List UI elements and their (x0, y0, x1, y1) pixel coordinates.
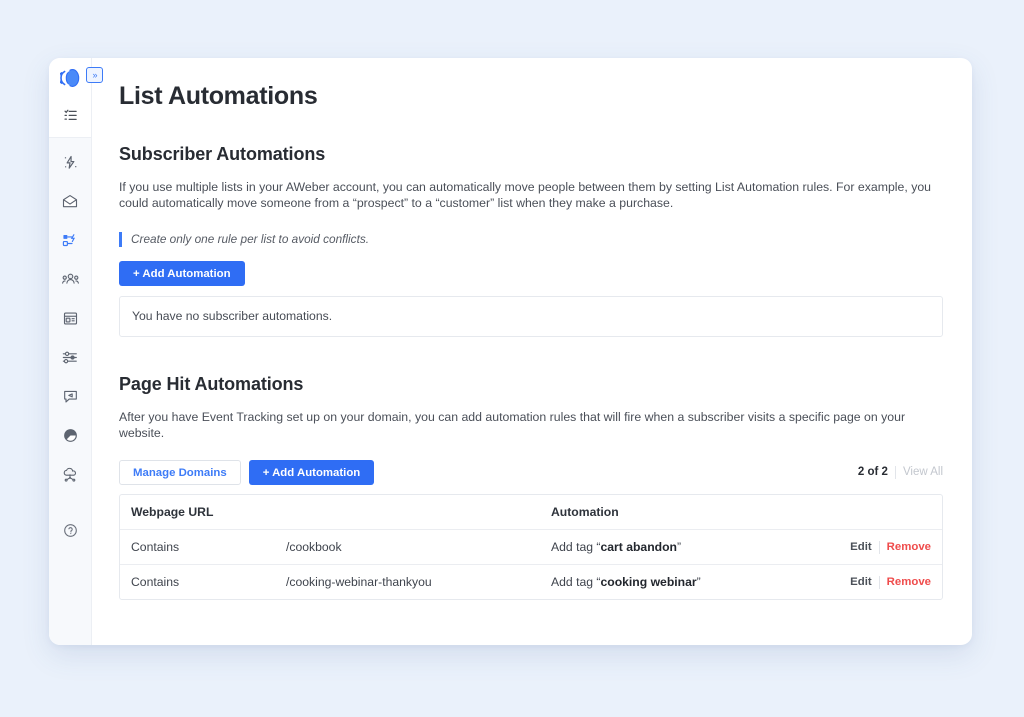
sidebar-group-primary (49, 97, 91, 138)
landing-page-icon (63, 311, 78, 326)
table-header-webpage-url: Webpage URL (131, 505, 214, 520)
sidebar-item-sign-up-forms[interactable] (56, 345, 84, 369)
cloud-integration-icon (62, 467, 78, 482)
sidebar-item-integrations[interactable] (56, 462, 84, 486)
table-row: Contains /cooking-webinar-thankyou Add t… (120, 564, 942, 599)
section-heading-subscriber: Subscriber Automations (119, 144, 326, 164)
list-icon (63, 108, 78, 123)
sidebar-item-list-automations[interactable] (56, 228, 84, 252)
subscriber-empty-message: You have no subscriber automations. (132, 309, 333, 324)
row-action-divider (878, 575, 880, 589)
audience-icon (61, 272, 79, 286)
page-hit-toolbar: Manage Domains + Add Automation 2 of 2 V… (119, 460, 943, 486)
sidebar-item-reports[interactable] (56, 423, 84, 447)
table-row: Contains /cookbook Add tag “cart abandon… (120, 529, 942, 564)
row-automation-prefix: Add tag “ (551, 540, 601, 555)
page-hit-automations-section: Page Hit Automations After you have Even… (119, 373, 943, 601)
row-automation: Add tag “cooking webinar” (551, 575, 843, 589)
add-subscriber-automation-button[interactable]: + Add Automation (119, 260, 245, 286)
row-actions: Edit Remove (843, 540, 931, 554)
pagination-divider (894, 465, 896, 479)
sidebar-item-messages[interactable] (56, 189, 84, 213)
row-automation-suffix: ” (696, 575, 701, 590)
list-automation-icon (62, 233, 78, 248)
page-hit-automations-table: Webpage URL Automation Contains /cookboo… (119, 494, 943, 601)
row-condition: Contains (131, 575, 180, 590)
sidebar: » (49, 58, 103, 645)
row-condition: Contains (131, 540, 180, 555)
row-url: /cookbook (286, 540, 342, 555)
row-action-divider (878, 540, 880, 554)
pie-chart-icon (63, 428, 78, 443)
envelope-icon (62, 194, 78, 209)
subscriber-actions: + Add Automation (119, 260, 943, 286)
row-url: /cooking-webinar-thankyou (286, 575, 432, 590)
section-heading-pagehit: Page Hit Automations (119, 373, 304, 394)
row-remove-link[interactable]: Remove (887, 541, 931, 553)
broadcast-icon (63, 389, 78, 404)
sidebar-item-subscribers[interactable] (56, 267, 84, 291)
manage-domains-button[interactable]: Manage Domains (119, 460, 241, 486)
row-remove-link[interactable]: Remove (887, 576, 931, 588)
sliders-icon (62, 350, 78, 365)
subscriber-empty-state: You have no subscriber automations. (119, 295, 943, 337)
sidebar-group-secondary (49, 138, 91, 542)
sidebar-item-help[interactable] (56, 518, 84, 542)
section-description-pagehit: After you have Event Tracking set up on … (119, 409, 906, 440)
view-all-link[interactable]: View All (903, 466, 943, 478)
row-edit-link[interactable]: Edit (850, 541, 872, 553)
aweber-logo[interactable] (49, 58, 91, 97)
row-automation: Add tag “cart abandon” (551, 540, 843, 554)
sidebar-item-broadcasts[interactable] (56, 384, 84, 408)
main-content: List Automations Subscriber Automations … (92, 58, 972, 645)
sidebar-item-lists[interactable] (56, 103, 84, 127)
sidebar-collapse-toggle[interactable]: » (86, 67, 103, 83)
add-page-hit-automation-button[interactable]: + Add Automation (248, 460, 375, 486)
pagination-controls: 2 of 2 View All (857, 465, 943, 480)
sidebar-item-campaigns[interactable] (56, 150, 84, 174)
result-count: 2 of 2 (857, 466, 888, 479)
table-header-row: Webpage URL Automation (120, 495, 942, 529)
lightning-icon (63, 155, 78, 170)
table-header-automation: Automation (551, 505, 619, 520)
app-window: » List Automations Subscriber Automation… (49, 58, 972, 645)
section-description-subscriber: If you use multiple lists in your AWeber… (119, 180, 932, 211)
sidebar-item-landing-pages[interactable] (56, 306, 84, 330)
row-automation-suffix: ” (677, 540, 682, 555)
row-actions: Edit Remove (843, 575, 931, 589)
conflict-note: Create only one rule per list to avoid c… (119, 232, 943, 247)
aweber-logo-icon (59, 68, 79, 87)
row-edit-link[interactable]: Edit (850, 576, 872, 588)
row-automation-tag: cart abandon (600, 540, 677, 555)
row-automation-tag: cooking webinar (600, 575, 697, 590)
page-title: List Automations (119, 82, 318, 110)
subscriber-automations-section: Subscriber Automations If you use multip… (119, 144, 943, 337)
row-automation-prefix: Add tag “ (551, 575, 601, 590)
help-icon (63, 523, 78, 538)
page-hit-actions: Manage Domains + Add Automation (119, 460, 375, 486)
